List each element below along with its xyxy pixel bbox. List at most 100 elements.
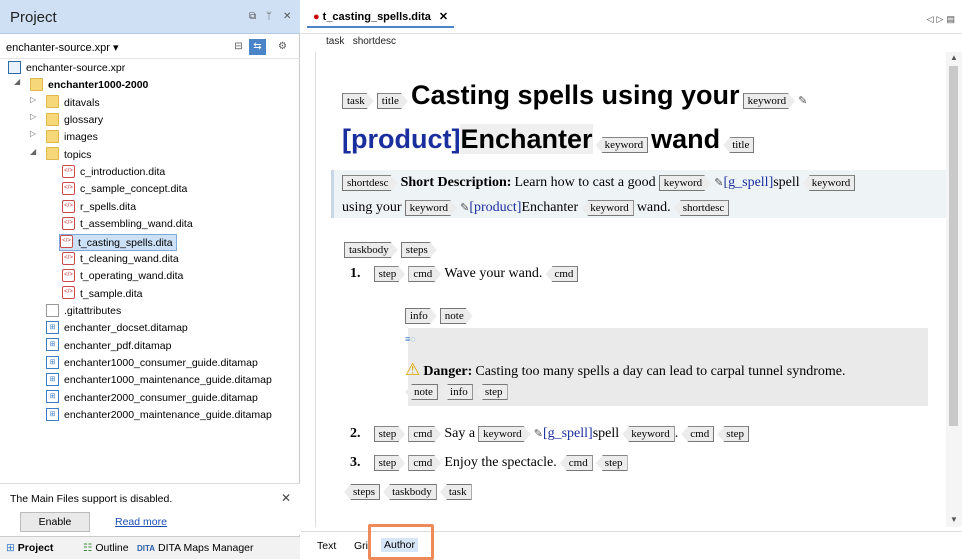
step-3-text: Enjoy the spectacle. — [444, 455, 557, 470]
main-files-notice: The Main Files support is disabled. ✕ En… — [0, 483, 300, 535]
tree-item[interactable]: </> r_spells.dita — [62, 199, 136, 216]
tree-item[interactable]: ⊞ enchanter_docset.ditamap — [46, 320, 188, 337]
tree-item[interactable]: ditavals — [46, 95, 100, 112]
breadcrumb-task[interactable]: task — [326, 36, 344, 47]
tag-cmd-open[interactable]: cmd — [408, 455, 441, 471]
link-with-editor-icon[interactable]: ⇆ — [249, 39, 266, 55]
tag-steps-close[interactable]: steps — [344, 484, 380, 500]
tag-info-close[interactable]: info — [441, 384, 473, 400]
tag-cmd-close[interactable]: cmd — [681, 426, 715, 443]
breadcrumb-shortdesc[interactable]: shortdesc — [353, 36, 396, 47]
tree-item[interactable]: ⊞ enchanter1000_consumer_guide.ditamap — [46, 355, 258, 372]
tree-item[interactable]: ⊞ enchanter2000_consumer_guide.ditamap — [46, 390, 258, 407]
tree-item[interactable]: </> t_cleaning_wand.dita — [62, 251, 179, 268]
collapse-arrow-icon[interactable]: ◢ — [30, 147, 36, 156]
vertical-scrollbar[interactable]: ▲ ▼ — [946, 52, 962, 527]
tag-note-close[interactable]: note — [405, 384, 438, 400]
step-2-say: Say a — [444, 426, 476, 441]
using-your-text: using your — [342, 200, 402, 215]
pencil-icon[interactable]: ✎ — [798, 95, 807, 107]
tree-item[interactable]: </> t_sample.dita — [62, 286, 142, 303]
tag-keyword-open[interactable]: keyword — [478, 426, 531, 442]
tag-cmd-open[interactable]: cmd — [408, 426, 441, 442]
tag-taskbody-open[interactable]: taskbody — [344, 242, 398, 258]
tag-task-close[interactable]: task — [439, 484, 472, 500]
scroll-down-icon[interactable]: ▼ — [950, 515, 958, 524]
tab-outline[interactable]: ☷ Outline — [83, 542, 129, 554]
editor-tabbar: ● t_casting_spells.dita ✕ ◁▷▤ — [301, 0, 962, 34]
tree-item[interactable]: ⊞ enchanter_pdf.ditamap — [46, 338, 171, 355]
tag-step-close[interactable]: step — [475, 384, 508, 400]
tag-cmd-close[interactable]: cmd — [545, 266, 579, 283]
tree-item[interactable]: enchanter-source.xpr — [8, 60, 125, 77]
tree-item[interactable]: </> t_assembling_wand.dita — [62, 216, 193, 233]
tab-grid[interactable]: Grid — [354, 540, 368, 552]
settings-gear-icon[interactable]: ⚙ — [274, 39, 291, 55]
editor-tab[interactable]: ● t_casting_spells.dita ✕ — [307, 6, 455, 28]
tab-navigation-icons[interactable]: ◁▷▤ — [927, 14, 958, 25]
tree-item[interactable]: images — [46, 129, 98, 146]
tree-item[interactable]: </> t_operating_wand.dita — [62, 268, 183, 285]
tag-keyword-close[interactable]: keyword — [581, 200, 634, 217]
tag-shortdesc-open[interactable]: shortdesc — [342, 175, 398, 191]
tag-step-close[interactable]: step — [595, 455, 628, 472]
collapse-arrow-icon[interactable]: ◢ — [14, 77, 20, 86]
tag-info-open[interactable]: info — [405, 308, 437, 324]
expand-arrow-icon[interactable]: ▷ — [30, 129, 36, 138]
expand-arrow-icon[interactable]: ▷ — [30, 95, 36, 104]
tag-step-close[interactable]: step — [717, 426, 750, 443]
tree-item[interactable]: </> c_introduction.dita — [62, 164, 165, 181]
tree-item[interactable]: .gitattributes — [46, 303, 121, 320]
tree-item[interactable]: topics — [46, 147, 91, 164]
tag-keyword-close[interactable]: keyword — [622, 426, 675, 443]
dita-topic-icon: </> — [62, 216, 75, 230]
tree-item[interactable]: ⊞ enchanter2000_maintenance_guide.ditamap — [46, 407, 272, 424]
pin-icon[interactable]: ᛘ — [266, 11, 272, 22]
expand-arrow-icon[interactable]: ▷ — [30, 112, 36, 121]
tree-item[interactable]: ⊞ enchanter1000_maintenance_guide.ditamap — [46, 372, 272, 389]
tree-item[interactable]: enchanter1000-2000 — [30, 77, 148, 94]
enable-button[interactable]: Enable — [20, 512, 90, 532]
tag-taskbody-close[interactable]: taskbody — [383, 484, 437, 500]
tag-keyword-open[interactable]: keyword — [743, 93, 796, 109]
close-icon[interactable]: ✕ — [283, 11, 291, 22]
tag-keyword-close[interactable]: keyword — [802, 175, 856, 192]
tab-project[interactable]: ⊞ Project — [6, 542, 53, 554]
pencil-icon[interactable]: ✎ — [534, 428, 543, 440]
tag-note-open[interactable]: note — [440, 308, 473, 324]
tag-task-open[interactable]: task — [342, 93, 374, 109]
tag-keyword-close[interactable]: keyword — [595, 137, 649, 154]
step-1-line: 1. step cmd Wave your wand. cmd — [350, 266, 579, 283]
tag-title-open[interactable]: title — [377, 93, 408, 109]
tag-step-open[interactable]: step — [374, 266, 406, 282]
collapse-all-icon[interactable]: ⊟ — [230, 39, 247, 55]
note-type-icon[interactable]: ≡◌ — [405, 334, 416, 344]
tab-dita-maps-manager[interactable]: DITA DITA Maps Manager — [137, 542, 254, 554]
tree-item-label: enchanter_docset.ditamap — [64, 322, 188, 335]
tag-step-open[interactable]: step — [374, 426, 406, 442]
tag-cmd-close[interactable]: cmd — [559, 455, 593, 472]
tree-item-label: enchanter-source.xpr — [26, 62, 126, 74]
scrollbar-thumb[interactable] — [949, 66, 958, 426]
tag-shortdesc-close[interactable]: shortdesc — [673, 200, 730, 217]
tree-item[interactable]: </> c_sample_concept.dita — [62, 181, 187, 198]
tag-cmd-open[interactable]: cmd — [408, 266, 441, 282]
tree-item[interactable]: </> t_casting_spells.dita — [59, 233, 177, 251]
restore-icon[interactable]: ⧉ — [249, 11, 256, 22]
tag-keyword-open[interactable]: keyword — [405, 200, 458, 216]
tag-keyword-open[interactable]: keyword — [659, 175, 712, 191]
close-tab-icon[interactable]: ✕ — [439, 11, 448, 23]
tag-steps-open[interactable]: steps — [401, 242, 437, 258]
project-selector[interactable]: enchanter-source.xpr ▾ — [6, 41, 119, 54]
read-more-link[interactable]: Read more — [115, 516, 167, 528]
tab-text[interactable]: Text — [317, 540, 336, 552]
tree-item-label: t_operating_wand.dita — [80, 270, 184, 283]
tag-step-open[interactable]: step — [374, 455, 406, 471]
tag-title-close[interactable]: title — [723, 137, 755, 154]
scroll-up-icon[interactable]: ▲ — [950, 53, 958, 62]
pencil-icon[interactable]: ✎ — [460, 202, 469, 214]
close-notice-icon[interactable]: ✕ — [281, 491, 291, 505]
tree-item-label: enchanter1000-2000 — [48, 79, 149, 92]
tree-item[interactable]: glossary — [46, 112, 103, 129]
author-content[interactable]: task title Casting spells using your key… — [315, 52, 946, 527]
